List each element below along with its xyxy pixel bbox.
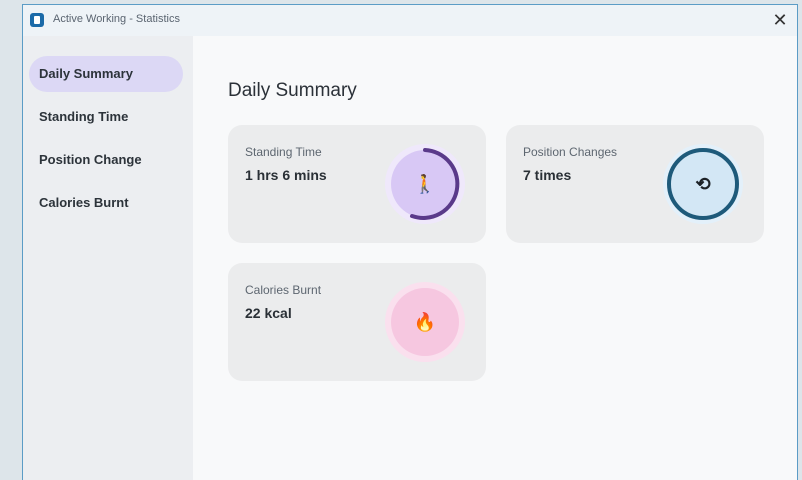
window-title: Active Working - Statistics [53,13,180,25]
calories-burnt-label: Calories Burnt [245,283,322,297]
calories-burnt-card: Calories Burnt 22 kcal 🔥 [228,263,486,381]
calories-burnt-value: 22 kcal [245,305,292,321]
standing-time-label: Standing Time [245,145,322,159]
standing-time-value: 1 hrs 6 mins [245,167,327,183]
sidebar: Daily Summary Standing Time Position Cha… [23,36,193,480]
position-changes-card: Position Changes 7 times ⟲ [506,125,764,243]
close-button[interactable]: ✕ [769,8,791,32]
page-title: Daily Summary [228,80,357,101]
app-window: Active Working - Statistics ✕ Daily Summ… [22,4,798,480]
app-logo-icon [30,13,44,27]
standing-person-icon: 🚶 [413,174,437,194]
main-content: Daily Summary Standing Time 1 hrs 6 mins… [193,36,797,480]
title-bar: Active Working - Statistics ✕ [23,5,797,36]
position-changes-value: 7 times [523,167,572,183]
sidebar-item-calories-burnt[interactable]: Calories Burnt [29,185,183,221]
sidebar-item-daily-summary[interactable]: Daily Summary [29,56,183,92]
sidebar-item-position-change[interactable]: Position Change [29,142,183,178]
standing-time-card: Standing Time 1 hrs 6 mins 🚶 [228,125,486,243]
flame-icon: 🔥 [413,312,437,332]
standing-time-ring: 🚶 [382,141,468,227]
refresh-arrows-icon: ⟲ [695,174,711,194]
calories-burnt-ring: 🔥 [382,279,468,365]
sidebar-item-standing-time[interactable]: Standing Time [29,99,183,135]
position-changes-ring: ⟲ [660,141,746,227]
position-changes-label: Position Changes [523,145,618,159]
